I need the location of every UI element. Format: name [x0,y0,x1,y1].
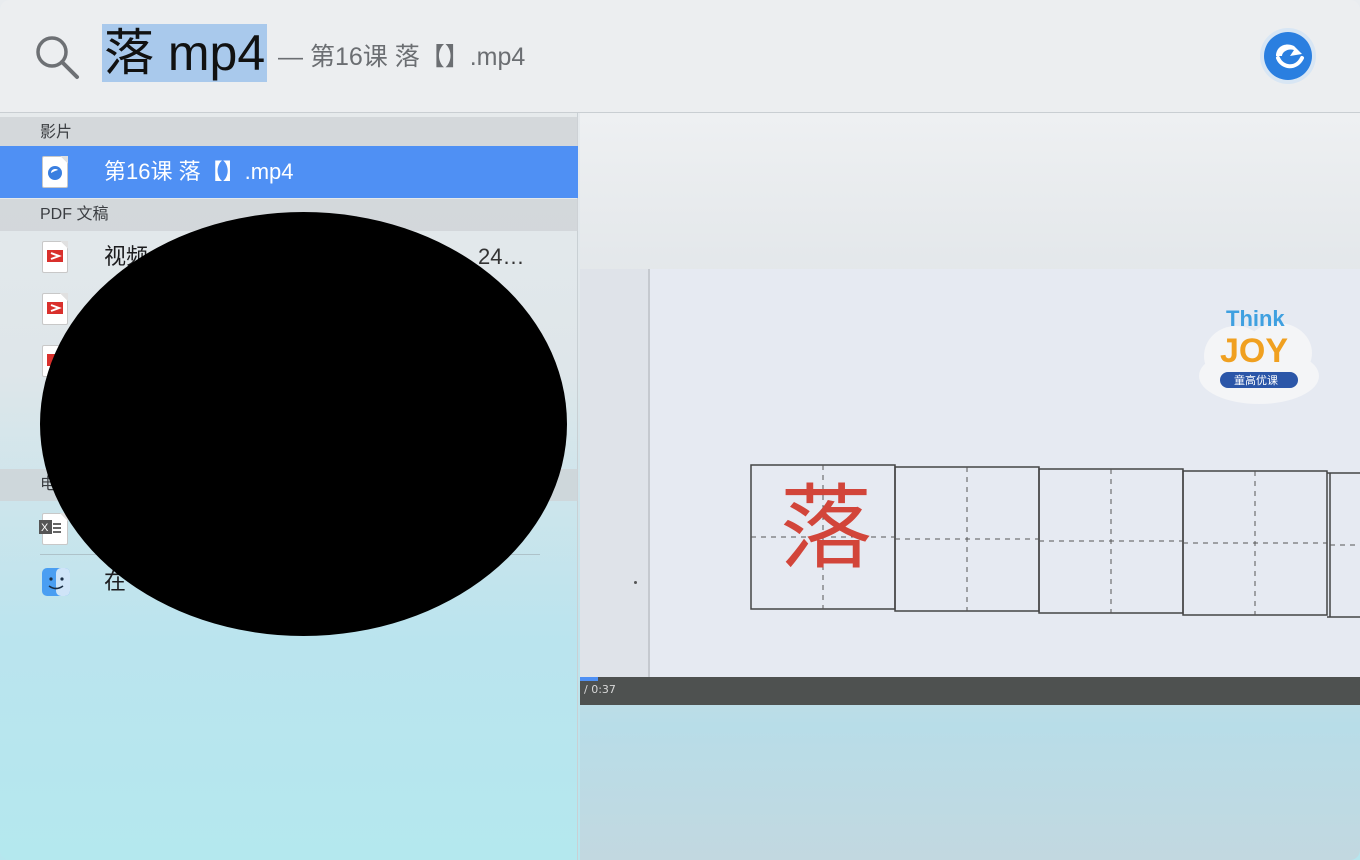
section-header-movies: 影片 [0,117,578,149]
logo-text-think: Think [1226,306,1285,331]
excel-file-icon: X [39,513,68,545]
paper-dot [634,581,637,584]
svg-text:X: X [41,522,49,534]
pdf-file-icon [42,293,68,325]
practice-character: 落 [780,475,873,582]
playback-time: / 0:37 [584,683,616,696]
video-controls[interactable]: / 0:37 [580,677,1360,705]
search-input[interactable]: 落 mp4 [102,24,268,82]
spotlight-window: 落 mp4 — 第16课 落【】.mp4 影片 第16课 落【】.mp4 PDF… [0,0,1360,860]
progress-bar[interactable] [580,677,598,681]
result-row-video[interactable]: 第16课 落【】.mp4 [0,146,578,198]
finder-icon [42,568,70,596]
quicktime-app-icon[interactable] [1258,26,1318,86]
search-icon [36,36,79,79]
logo-text-joy: JOY [1220,332,1288,370]
logo-text-sub: 童高优课 [1234,373,1278,387]
search-completion-hint: — 第16课 落【】.mp4 [278,43,526,71]
video-file-icon [42,156,68,188]
thinkjoy-logo: Think JOY 童高优课 [1196,298,1322,408]
redaction-ellipse [40,212,567,636]
result-meta: 24… [478,244,525,269]
pdf-file-icon [42,241,68,273]
search-bar: 落 mp4 — 第16课 落【】.mp4 [0,0,1360,113]
result-label: 第16课 落【】.mp4 [104,159,294,184]
